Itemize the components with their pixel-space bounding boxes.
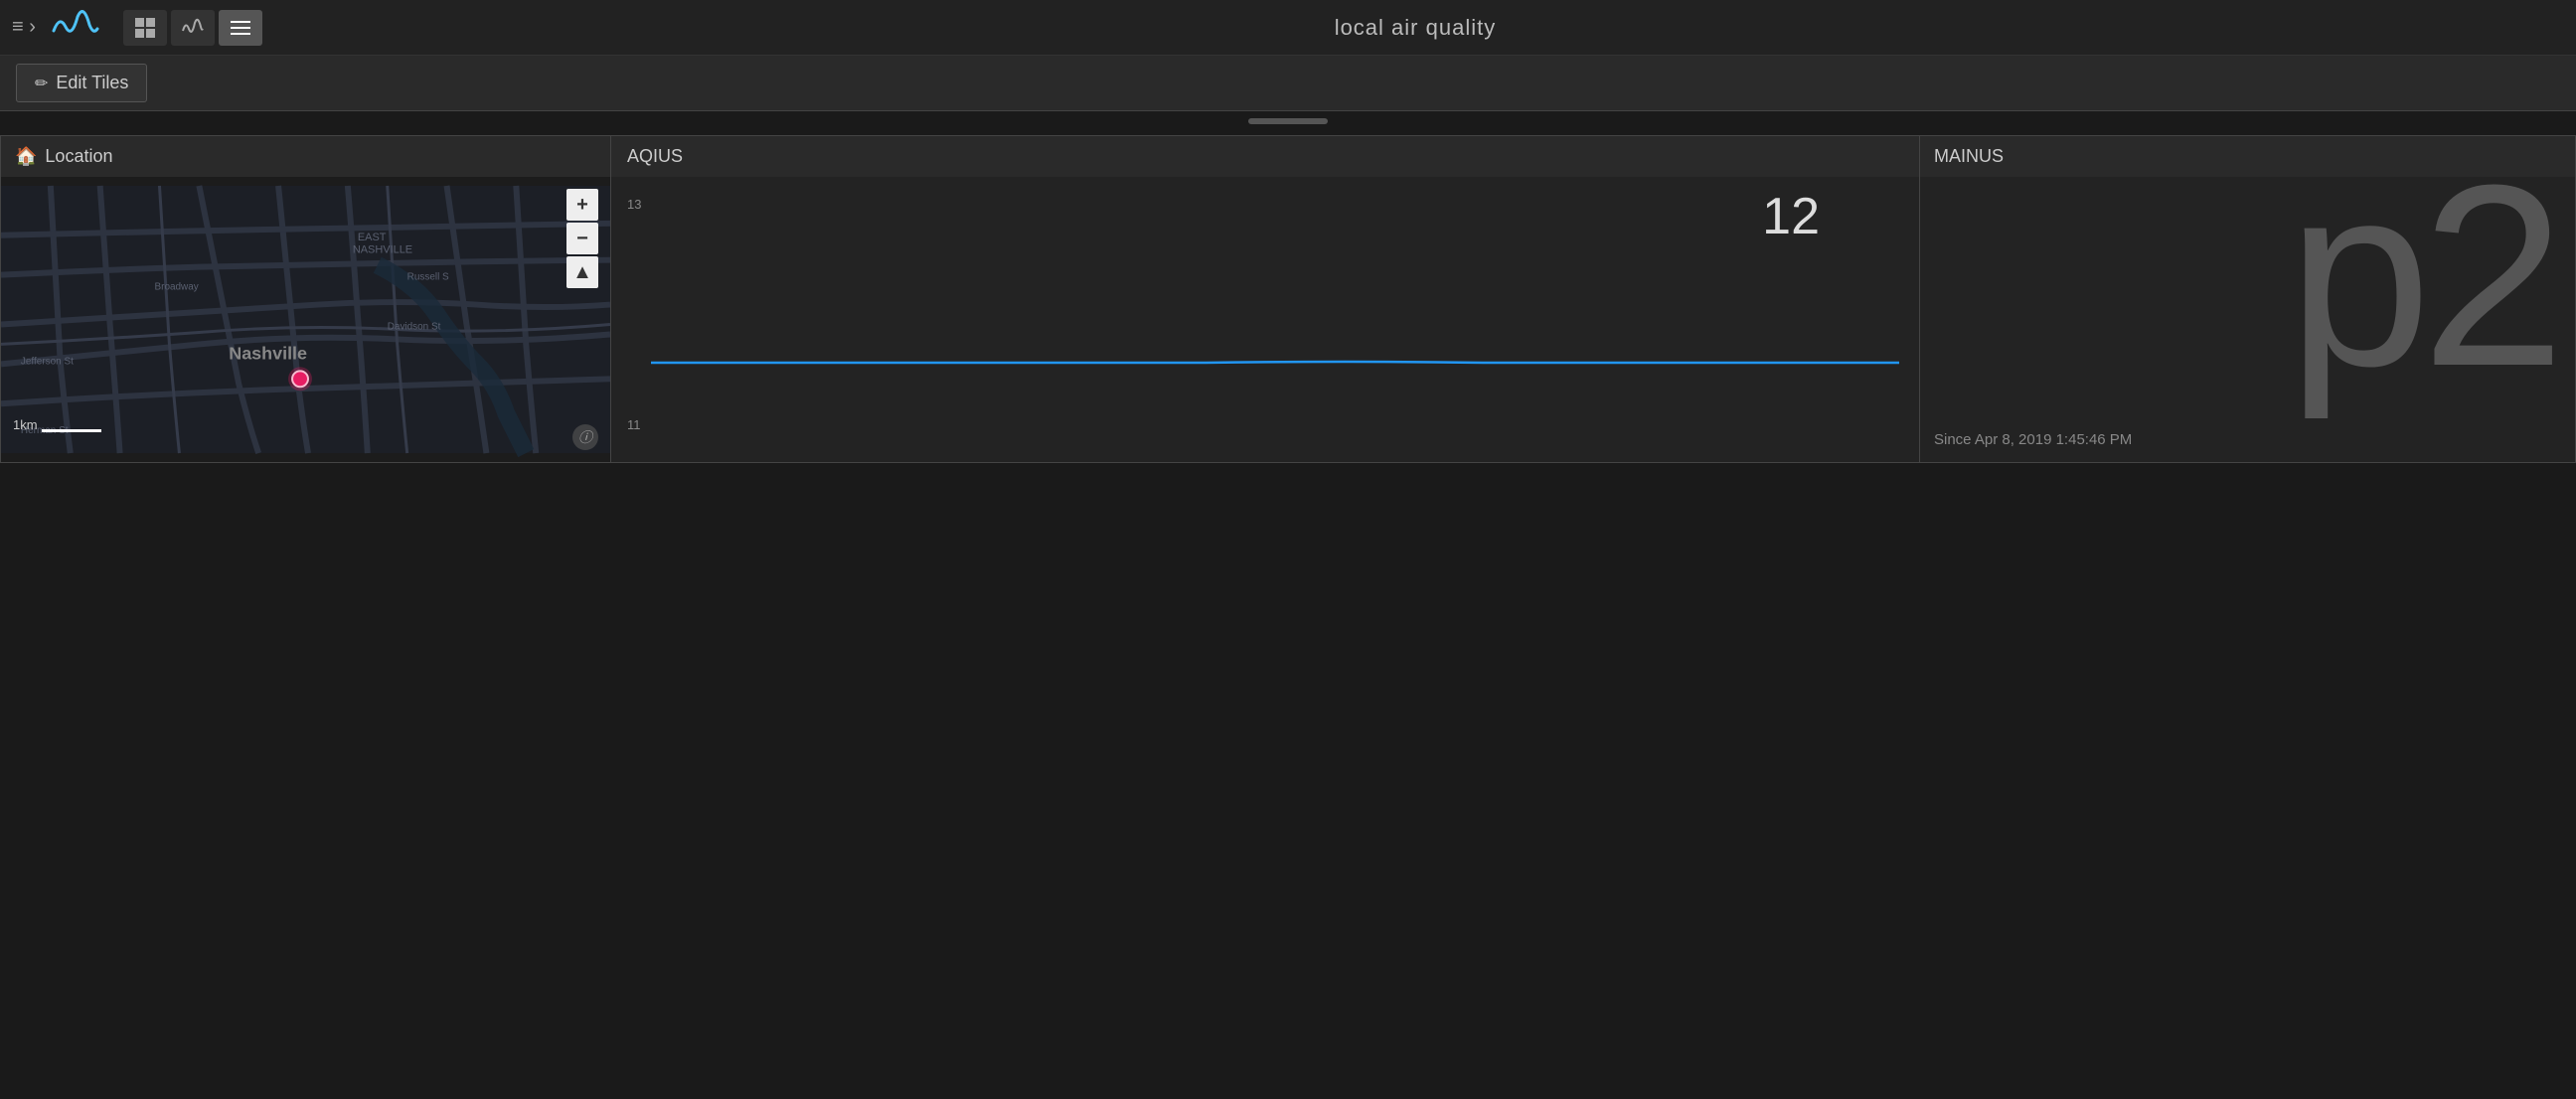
map-controls: + − ▲ <box>566 189 598 288</box>
aqius-chart-area: 12 13 11 <box>611 177 1919 462</box>
mainus-big-text: p2 <box>2288 147 2555 405</box>
mainus-label: MAINUS <box>1934 146 2004 167</box>
location-tile-header: 🏠 Location <box>1 136 610 177</box>
edit-tiles-button[interactable]: ✏ Edit Tiles <box>16 64 147 102</box>
svg-text:Nashville: Nashville <box>229 343 307 363</box>
map-area: EAST NASHVILLE Nashville Jefferson St He… <box>1 177 610 462</box>
tiles-container: 🏠 Location <box>0 135 2576 463</box>
map-scale: 1km <box>13 417 101 432</box>
house-icon: 🏠 <box>15 146 37 167</box>
page-title: local air quality <box>266 15 2564 41</box>
scale-bar <box>42 429 101 432</box>
mainus-tile: MAINUS p2 Since Apr 8, 2019 1:45:46 PM <box>1920 135 2576 463</box>
map-info-button[interactable]: ⓘ <box>572 424 598 450</box>
aqius-tile-header: AQIUS <box>611 136 1919 177</box>
scroll-indicator <box>0 111 2576 131</box>
mainus-since: Since Apr 8, 2019 1:45:46 PM <box>1934 431 2132 448</box>
list-view-button[interactable] <box>219 10 262 46</box>
aqius-value: 12 <box>1762 187 1820 246</box>
tiles-view-button[interactable] <box>123 10 167 46</box>
location-label: Location <box>45 146 112 167</box>
aqius-tile: AQIUS 12 13 11 <box>611 135 1920 463</box>
svg-text:NASHVILLE: NASHVILLE <box>353 244 412 256</box>
zoom-in-button[interactable]: + <box>566 189 598 221</box>
svg-text:Jefferson St: Jefferson St <box>21 356 74 367</box>
aqius-label: AQIUS <box>627 146 683 167</box>
svg-text:EAST: EAST <box>358 232 387 243</box>
location-tile: 🏠 Location <box>0 135 611 463</box>
zoom-reset-button[interactable]: ▲ <box>566 256 598 288</box>
scale-label: 1km <box>13 417 38 432</box>
svg-text:Davidson St: Davidson St <box>388 321 441 332</box>
svg-text:Broadway: Broadway <box>154 282 198 293</box>
scroll-bar <box>1248 118 1328 124</box>
aqius-y-bottom: 11 <box>627 417 641 432</box>
edit-tiles-label: Edit Tiles <box>56 73 128 93</box>
mainus-content: p2 Since Apr 8, 2019 1:45:46 PM <box>1920 177 2575 462</box>
pencil-icon: ✏ <box>35 74 48 93</box>
svg-text:Russell S: Russell S <box>407 272 449 283</box>
logo-icon <box>52 7 99 48</box>
topbar: ≡ › local air quality <box>0 0 2576 56</box>
zoom-out-button[interactable]: − <box>566 223 598 254</box>
aqius-y-top: 13 <box>627 197 641 212</box>
wave-view-button[interactable] <box>171 10 215 46</box>
edit-tiles-bar: ✏ Edit Tiles <box>0 56 2576 111</box>
menu-icon[interactable]: ≡ › <box>12 16 36 39</box>
